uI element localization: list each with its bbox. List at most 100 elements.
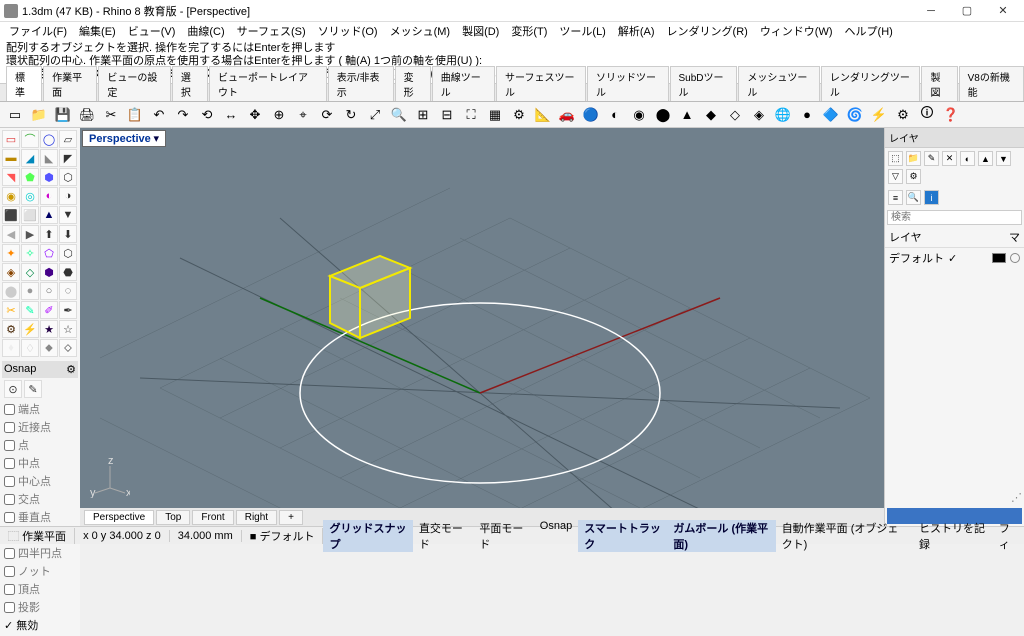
toolbar-button[interactable]: ⛶ [460,104,482,126]
toolbar-button[interactable]: 🖨 [76,104,98,126]
list-icon[interactable]: ≡ [888,190,903,205]
viewport-tab[interactable]: Right [236,510,277,525]
layer-search-input[interactable] [887,210,1022,225]
minimize-button[interactable]: ─ [914,1,948,21]
tool-button[interactable]: ★ [40,320,58,338]
tool-button[interactable]: ◀ [2,225,20,243]
tool-button[interactable]: ▲ [40,206,58,224]
tool-button[interactable]: ◌ [59,282,77,300]
tool-button[interactable]: ◑ [59,187,77,205]
toolbar-button[interactable]: 📋 [124,104,146,126]
tool-button[interactable]: ⬦ [59,339,77,357]
ribbon-tab[interactable]: 選択 [172,66,208,101]
ribbon-tab[interactable]: ビューポートレイアウト [209,66,327,101]
tool-button[interactable]: ▼ [59,206,77,224]
viewport-tab[interactable]: Perspective [84,510,154,525]
status-layer[interactable]: ■ デフォルト [242,528,324,544]
maximize-button[interactable]: ▢ [950,1,984,21]
toolbar-button[interactable]: ⤢ [364,104,386,126]
tool-button[interactable]: ○ [40,282,58,300]
tool-button[interactable]: ♦ [2,339,20,357]
panel-icon[interactable]: ⚙ [906,169,921,184]
status-toggle[interactable]: ヒストリを記録 [913,520,993,552]
toolbar-button[interactable]: ▭ [4,104,26,126]
info-icon[interactable]: i [924,190,939,205]
status-toggle[interactable]: Osnap [534,520,578,552]
osnap-disable[interactable]: 無効 [16,617,38,633]
status-cplane[interactable]: ⬚ 作業平面 [0,528,75,544]
layer-material-icon[interactable] [1010,253,1020,263]
tool-button[interactable]: ◯ [40,130,58,148]
viewport[interactable]: Perspective ▾ x y z PerspectiveTopFrontR… [80,128,884,526]
ribbon-tab[interactable]: 変形 [395,66,431,101]
toolbar-button[interactable]: 🛈 [916,104,938,126]
menu-item[interactable]: 曲線(C) [182,21,229,41]
toolbar-button[interactable]: ◈ [748,104,770,126]
toolbar-button[interactable]: ● [796,104,818,126]
tool-button[interactable]: ⬛ [2,206,20,224]
osnap-icon[interactable]: ✎ [24,380,42,398]
menu-item[interactable]: 編集(E) [74,21,121,41]
menu-item[interactable]: メッシュ(M) [385,21,456,41]
tool-button[interactable]: ⌒ [21,130,39,148]
toolbar-button[interactable]: ⟲ [196,104,218,126]
menu-item[interactable]: 製図(D) [457,21,504,41]
tool-button[interactable]: ◎ [21,187,39,205]
tool-button[interactable]: ▶ [21,225,39,243]
panel-icon[interactable]: ✎ [924,151,939,166]
tool-button[interactable]: ◈ [2,263,20,281]
tool-button[interactable]: ◤ [59,149,77,167]
toolbar-button[interactable]: ❓ [940,104,962,126]
ribbon-tab[interactable]: 表示/非表示 [328,66,394,101]
toolbar-button[interactable]: ⚙ [892,104,914,126]
osnap-checkbox[interactable] [4,458,15,469]
panel-icon[interactable]: ◐ [960,151,975,166]
add-viewport-button[interactable]: + [279,510,303,525]
osnap-checkbox[interactable] [4,602,15,613]
osnap-checkbox[interactable] [4,422,15,433]
toolbar-button[interactable]: 🔵 [580,104,602,126]
tool-button[interactable]: ✎ [21,301,39,319]
toolbar-button[interactable]: 📐 [532,104,554,126]
ribbon-tab[interactable]: 作業平面 [43,66,97,101]
menu-item[interactable]: ヘルプ(H) [840,21,898,41]
tool-button[interactable]: ◐ [40,187,58,205]
osnap-checkbox[interactable] [4,566,15,577]
status-toggle[interactable]: スマートトラック [578,520,667,552]
toolbar-button[interactable]: ◇ [724,104,746,126]
ribbon-tab[interactable]: サーフェスツール [496,66,586,101]
viewport-tab[interactable]: Front [192,510,233,525]
menu-item[interactable]: ファイル(F) [4,21,72,41]
osnap-checkbox[interactable] [4,584,15,595]
axes-gizmo[interactable]: x y z [90,458,130,498]
resize-grip-icon[interactable]: ⋰ [885,489,1024,506]
ribbon-tab[interactable]: SubDツール [670,66,738,101]
tool-button[interactable]: ◥ [2,168,20,186]
osnap-checkbox[interactable] [4,548,15,559]
dropdown-icon[interactable]: ▾ [154,133,160,145]
tool-button[interactable]: ⬇ [59,225,77,243]
osnap-icon[interactable]: ⊙ [4,380,22,398]
ribbon-tab[interactable]: レンダリングツール [821,66,921,101]
toolbar-button[interactable]: ✥ [244,104,266,126]
menu-item[interactable]: レンダリング(R) [662,21,753,41]
search-icon[interactable]: 🔍 [906,190,921,205]
tool-button[interactable]: ⬜ [21,206,39,224]
osnap-checkbox[interactable] [4,440,15,451]
layer-color-swatch[interactable] [992,253,1006,263]
viewport-label[interactable]: Perspective ▾ [82,130,166,147]
toolbar-button[interactable]: ◉ [628,104,650,126]
toolbar-button[interactable]: ⬤ [652,104,674,126]
toolbar-button[interactable]: ⊟ [436,104,458,126]
ribbon-tab[interactable]: ビューの設定 [98,66,170,101]
tool-button[interactable]: ◇ [21,263,39,281]
tool-button[interactable]: ⬟ [21,168,39,186]
tool-button[interactable]: ✂ [2,301,20,319]
tool-button[interactable]: ♢ [21,339,39,357]
ribbon-tab[interactable]: ソリッドツール [587,66,668,101]
tool-button[interactable]: ✒ [59,301,77,319]
menu-item[interactable]: ウィンドウ(W) [755,21,838,41]
osnap-checkbox[interactable] [4,494,15,505]
toolbar-button[interactable]: 📁 [28,104,50,126]
tool-button[interactable]: ▭ [2,130,20,148]
